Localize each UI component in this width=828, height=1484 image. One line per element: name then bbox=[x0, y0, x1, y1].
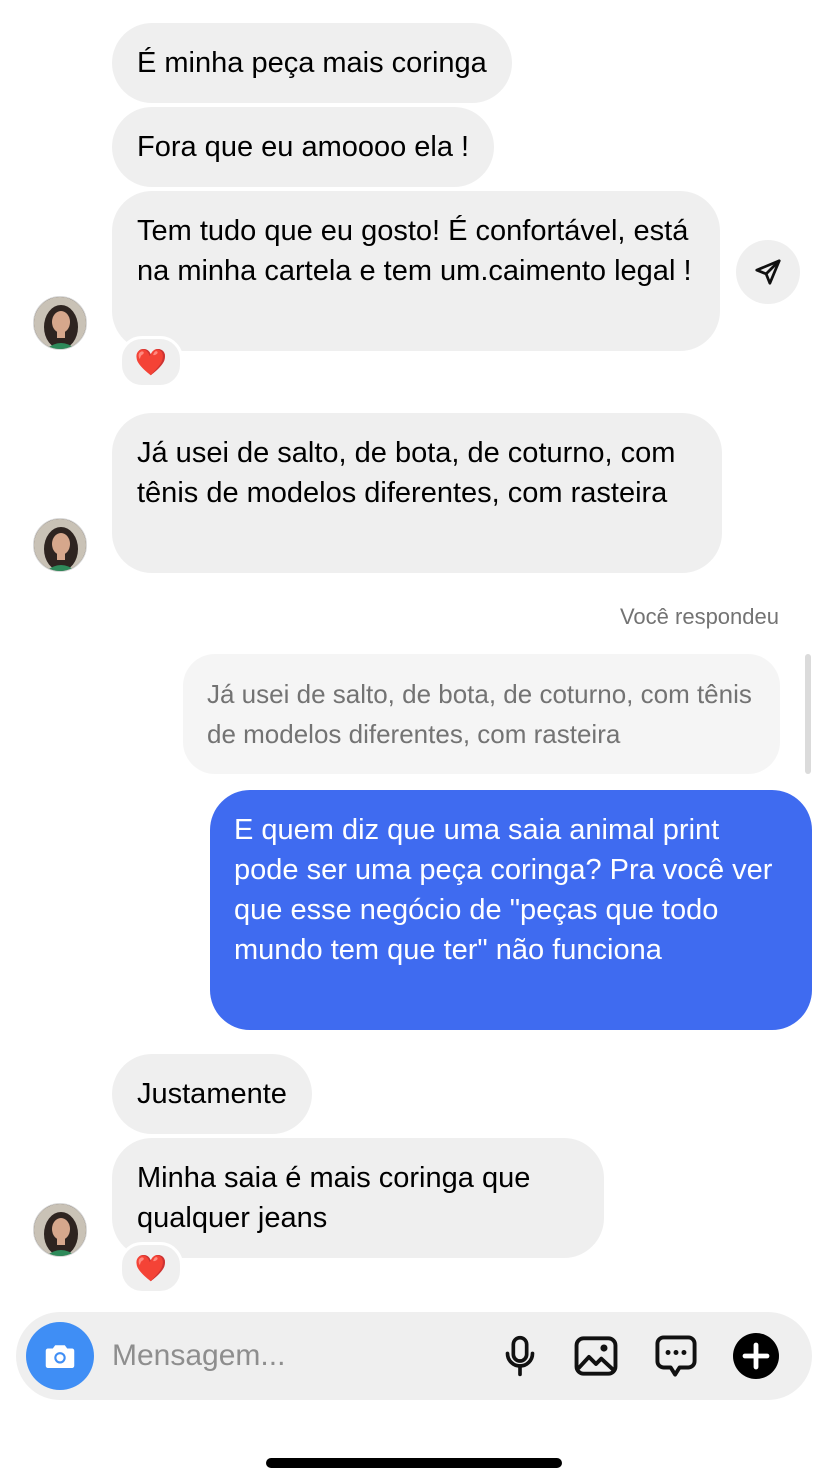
avatar[interactable] bbox=[33, 1203, 87, 1257]
chat-sticker-icon bbox=[655, 1335, 697, 1377]
message-bubble-received[interactable]: Minha saia é mais coringa que qualquer j… bbox=[112, 1138, 604, 1258]
reply-status-label: Você respondeu bbox=[619, 604, 779, 629]
message-text: É minha peça mais coringa bbox=[137, 47, 487, 79]
home-indicator bbox=[266, 1458, 562, 1468]
camera-icon bbox=[45, 1345, 75, 1368]
heart-reaction[interactable]: ❤️ bbox=[119, 336, 183, 388]
avatar[interactable] bbox=[33, 518, 87, 572]
avatar[interactable] bbox=[33, 296, 87, 350]
quoted-reply-bar bbox=[805, 654, 811, 774]
message-text: Tem tudo que eu gosto! É confortável, es… bbox=[137, 215, 692, 287]
plus-icon bbox=[733, 1333, 779, 1379]
sticker-button[interactable] bbox=[652, 1332, 700, 1380]
message-bubble-received[interactable]: Tem tudo que eu gosto! É confortável, es… bbox=[112, 191, 720, 351]
share-message-button[interactable] bbox=[736, 240, 800, 304]
camera-button[interactable] bbox=[26, 1322, 94, 1390]
image-icon bbox=[574, 1336, 618, 1376]
heart-icon: ❤️ bbox=[134, 1253, 168, 1283]
message-text: Minha saia é mais coringa que qualquer j… bbox=[137, 1162, 531, 1234]
quoted-reply-text: Já usei de salto, de bota, de coturno, c… bbox=[207, 679, 752, 749]
quoted-reply[interactable]: Já usei de salto, de bota, de coturno, c… bbox=[183, 654, 780, 774]
gallery-button[interactable] bbox=[572, 1332, 620, 1380]
message-text: Já usei de salto, de bota, de coturno, c… bbox=[137, 437, 676, 509]
voice-message-button[interactable] bbox=[496, 1332, 544, 1380]
microphone-icon bbox=[505, 1335, 535, 1377]
heart-icon: ❤️ bbox=[134, 347, 168, 377]
message-bubble-received[interactable]: Já usei de salto, de bota, de coturno, c… bbox=[112, 413, 722, 573]
message-bubble-received[interactable]: Justamente bbox=[112, 1054, 312, 1134]
message-input[interactable]: Mensagem... bbox=[112, 1312, 285, 1400]
message-bubble-received[interactable]: É minha peça mais coringa bbox=[112, 23, 512, 103]
message-composer: Mensagem... bbox=[16, 1312, 812, 1400]
message-text: Fora que eu amoooo ela ! bbox=[137, 131, 470, 163]
message-bubble-sent[interactable]: E quem diz que uma saia animal print pod… bbox=[210, 790, 812, 1030]
message-text: Justamente bbox=[137, 1078, 287, 1110]
send-icon bbox=[755, 259, 781, 285]
message-bubble-received[interactable]: Fora que eu amoooo ela ! bbox=[112, 107, 495, 187]
more-options-button[interactable] bbox=[732, 1332, 780, 1380]
heart-reaction[interactable]: ❤️ bbox=[119, 1242, 183, 1294]
message-text: E quem diz que uma saia animal print pod… bbox=[234, 814, 773, 966]
